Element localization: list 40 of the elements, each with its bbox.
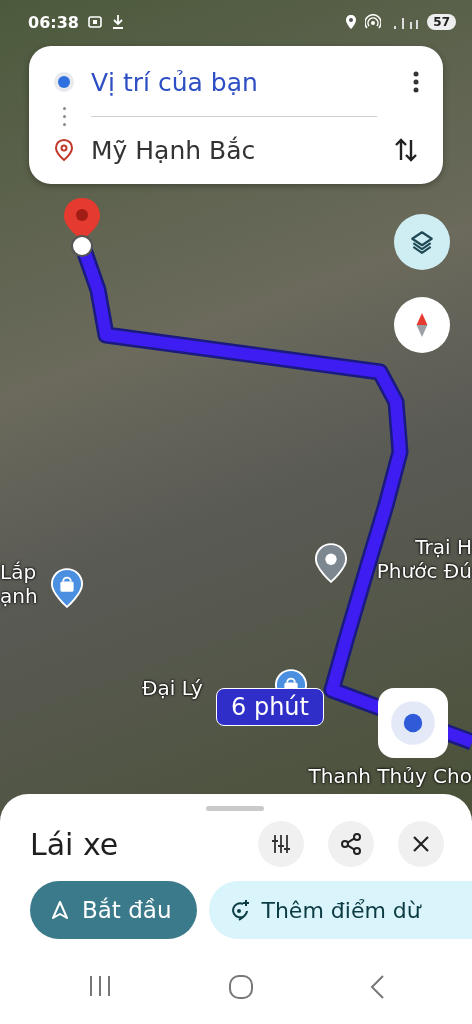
drag-handle[interactable] bbox=[206, 806, 264, 811]
add-stop-button[interactable]: Thêm điểm dừ bbox=[209, 881, 472, 939]
share-button[interactable] bbox=[328, 821, 374, 867]
location-icon bbox=[345, 14, 358, 30]
route-options-button[interactable] bbox=[258, 821, 304, 867]
dotted-connector-icon bbox=[62, 106, 66, 126]
sliders-icon bbox=[271, 833, 291, 855]
destination-field[interactable]: Mỹ Hạnh Bắc bbox=[91, 135, 373, 165]
destination-pin-icon bbox=[62, 196, 102, 258]
close-icon bbox=[412, 835, 430, 853]
battery-indicator: 57 bbox=[427, 14, 456, 30]
map-place-label: Thanh Thủy Cho bbox=[308, 764, 472, 788]
map-place-label: Lắp ạnh bbox=[0, 560, 38, 608]
start-button[interactable]: Bắt đầu bbox=[30, 881, 198, 939]
sheet-title: Lái xe bbox=[30, 826, 120, 862]
back-icon bbox=[368, 974, 385, 1000]
screenshot-icon bbox=[86, 14, 103, 30]
compass-button[interactable] bbox=[394, 297, 450, 353]
add-pin-icon bbox=[229, 899, 252, 921]
place-pin-icon bbox=[314, 542, 348, 584]
share-icon bbox=[340, 833, 362, 855]
map-place-label: Đại Lý bbox=[142, 676, 203, 700]
navigation-arrow-icon bbox=[52, 901, 68, 919]
more-icon bbox=[413, 71, 419, 93]
location-dot-icon bbox=[390, 700, 436, 746]
download-icon bbox=[110, 14, 125, 30]
hotspot-icon bbox=[365, 14, 382, 30]
shopping-bag-pin-icon bbox=[50, 567, 84, 609]
origin-dot-icon bbox=[53, 71, 75, 93]
origin-field[interactable]: Vị trí của bạn bbox=[91, 67, 393, 97]
layers-icon bbox=[409, 229, 435, 255]
status-time: 06:38 bbox=[28, 12, 79, 32]
destination-pin-icon bbox=[53, 138, 75, 162]
duration-badge: 6 phút bbox=[216, 688, 324, 726]
layers-button[interactable] bbox=[394, 214, 450, 270]
map-place-label: Trại H Phước Đú bbox=[376, 535, 472, 583]
close-button[interactable] bbox=[398, 821, 444, 867]
swap-arrows-icon bbox=[393, 136, 419, 164]
my-location-button[interactable] bbox=[378, 688, 448, 758]
home-icon bbox=[228, 974, 254, 1000]
